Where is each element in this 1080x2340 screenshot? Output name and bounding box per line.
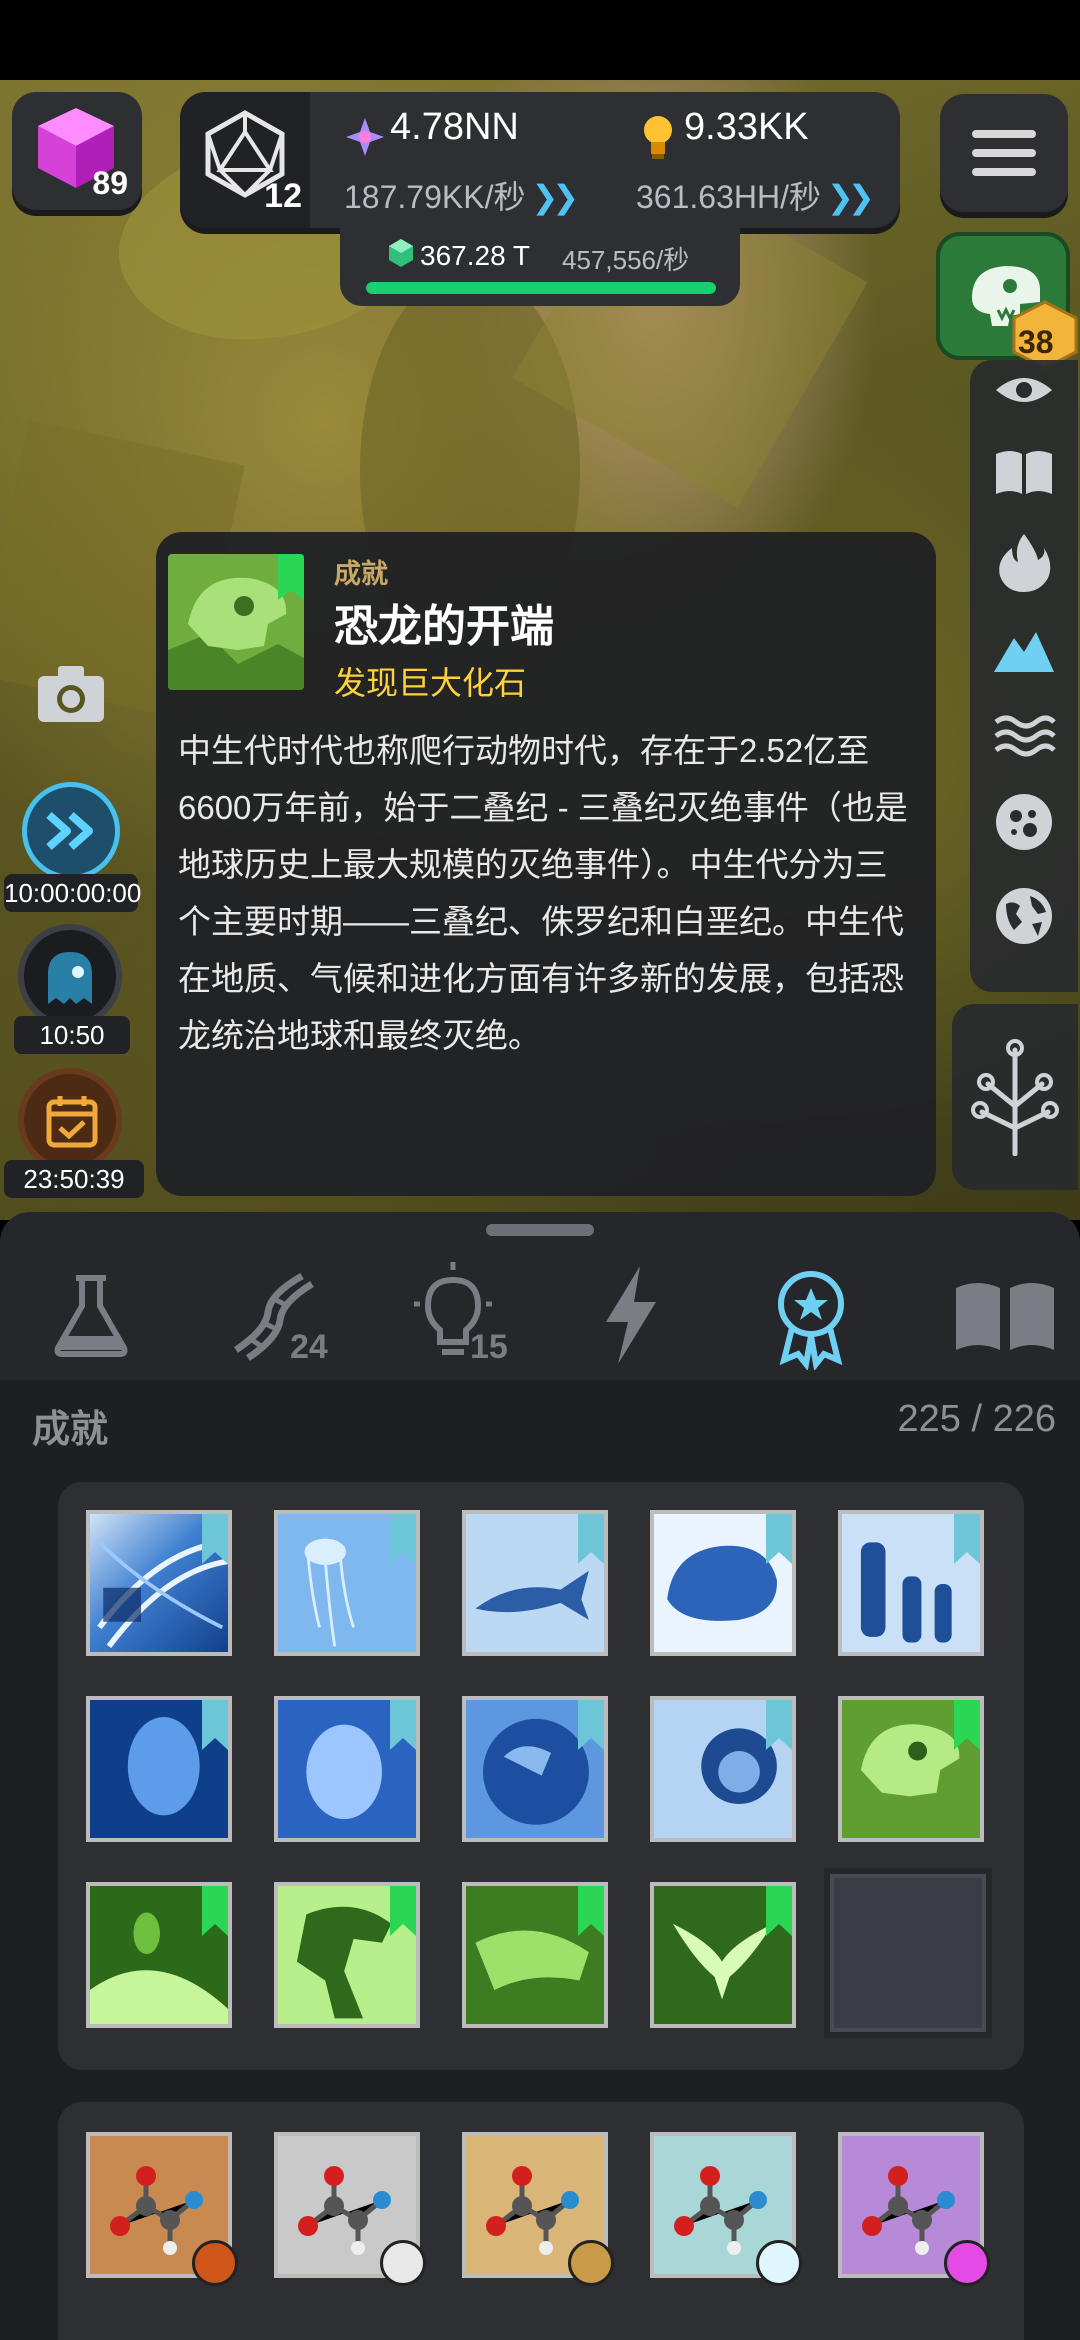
molecule-tile-2[interactable]: [274, 2132, 426, 2286]
calendar-timer: 23:50:39: [4, 1160, 144, 1198]
tooltip-subtitle: 发现巨大化石: [334, 665, 527, 701]
molecule-grid: [58, 2102, 1024, 2340]
waves-icon[interactable]: [992, 704, 1056, 768]
resource2-value: 9.33KK: [684, 106, 809, 148]
molecule-tile-5[interactable]: [838, 2132, 990, 2286]
achievement-tile-early-humans[interactable]: [838, 1510, 984, 1656]
drag-handle[interactable]: [486, 1224, 594, 1236]
cube-badge-icon: [944, 2240, 990, 2286]
tree-button[interactable]: [952, 1004, 1078, 1190]
coin-badge-icon: [380, 2240, 426, 2286]
resource1-value: 4.78NN: [390, 106, 519, 148]
molecule-tile-1[interactable]: [86, 2132, 238, 2286]
book-icon[interactable]: [992, 440, 1056, 504]
fast-forward-icon: ❯❯: [531, 179, 579, 215]
ghost-timer: 10:50: [14, 1016, 130, 1054]
boost-button[interactable]: [22, 782, 120, 880]
achievement-tile-fish[interactable]: [462, 1510, 608, 1656]
tab-research[interactable]: [36, 1260, 146, 1370]
tab-achievements[interactable]: [756, 1260, 866, 1372]
achievement-tile-jellyfish[interactable]: [274, 1510, 420, 1656]
achievement-tile-locked[interactable]: [824, 1868, 992, 2038]
achievement-tile-trex[interactable]: [274, 1882, 420, 2028]
status-bar: [0, 0, 1080, 80]
resource1-rate: 187.79KK/秒: [344, 179, 526, 215]
book-icon: [956, 1283, 1054, 1350]
molecule-tile-4[interactable]: [650, 2132, 802, 2286]
sparkle-icon: [346, 118, 384, 156]
section-title: 成就: [32, 1409, 109, 1451]
d20-level: 12: [264, 177, 302, 215]
calendar-check-icon: [46, 1096, 98, 1148]
tooltip-category: 成就: [334, 559, 388, 589]
eye-icon[interactable]: [992, 370, 1056, 410]
coin-badge-icon: [192, 2240, 238, 2286]
achievement-thumbnail: [168, 554, 304, 690]
fire-icon[interactable]: [992, 530, 1056, 594]
resource-panel: 12 4.78NN 187.79KK/秒 ❯❯ 9.33KK 361.63HH/秒…: [180, 92, 900, 228]
cube-count: 89: [92, 165, 128, 201]
tab-energy[interactable]: [576, 1260, 686, 1370]
tooltip-description: 中生代时代也称爬行动物时代，存在于2.52亿至6600万年前，始于二叠纪 - 三…: [178, 732, 908, 1054]
tooltip-title: 恐龙的开端: [334, 602, 554, 651]
bottom-panel: 24 15 成就 225 / 226: [0, 1212, 1080, 2340]
achievement-medal-icon: [778, 1271, 844, 1372]
camera-icon[interactable]: [36, 664, 106, 724]
fast-forward-icon: [46, 812, 93, 850]
gem-value: 367.28 T: [420, 240, 531, 271]
achievement-tile-earth[interactable]: [462, 1696, 608, 1842]
achievement-tile-planet[interactable]: [86, 1882, 232, 2028]
dino-level-badge: 38: [1018, 324, 1054, 360]
coin-badge-icon: [568, 2240, 614, 2286]
tab-dna[interactable]: 24: [216, 1260, 328, 1370]
achievement-tile-rock[interactable]: [650, 1510, 796, 1656]
gem-progress-bar: [366, 282, 716, 294]
achievement-tile-human-face[interactable]: [86, 1696, 232, 1842]
molecule-tile-3[interactable]: [462, 2132, 614, 2286]
ghost-icon: [48, 952, 92, 1004]
achievement-tile-cyber-face[interactable]: [274, 1696, 420, 1842]
branch-tree-icon: [971, 1039, 1059, 1156]
lightning-icon: [606, 1266, 656, 1364]
flask-icon: [54, 1275, 128, 1357]
tab-encyclopedia[interactable]: [950, 1260, 1060, 1370]
achievement-tile-dna[interactable]: [86, 1510, 232, 1656]
achievement-count: 225 / 226: [897, 1398, 1056, 1440]
boost-timer: 10:00:00:00: [4, 874, 141, 912]
achievement-grid: [58, 1482, 1024, 2070]
d20-level-button[interactable]: 12: [180, 92, 310, 228]
lightbulb-icon: [644, 116, 672, 159]
achievement-tile-lion[interactable]: [650, 1696, 796, 1842]
side-rail: [970, 360, 1078, 992]
cell-icon[interactable]: [992, 790, 1056, 854]
tab-ideas-badge: 15: [470, 1328, 508, 1366]
achievement-tile-crocodile[interactable]: [462, 1882, 608, 2028]
gem-progress-fill: [366, 282, 716, 294]
gem-bar: 367.28 T 457,556/秒: [340, 228, 740, 306]
fast-forward-icon: ❯❯: [827, 179, 875, 215]
calendar-button[interactable]: [18, 1068, 122, 1172]
gem-rate: 457,556/秒: [562, 245, 690, 275]
crystal-badge-icon: [756, 2240, 802, 2286]
menu-button[interactable]: [940, 94, 1068, 212]
achievement-tile-bird[interactable]: [650, 1882, 796, 2028]
dinosaur-fossil-icon: [168, 554, 304, 690]
cube-shop-button[interactable]: 89: [12, 92, 142, 210]
tab-ideas[interactable]: 15: [398, 1260, 508, 1370]
globe-icon[interactable]: [992, 884, 1056, 948]
tab-dna-badge: 24: [290, 1328, 328, 1366]
gem-icon: [389, 239, 413, 267]
achievement-tile-dinosaur-fossil[interactable]: [838, 1696, 984, 1842]
menu-icon: [972, 130, 1036, 138]
achievement-tooltip: 成就 恐龙的开端 发现巨大化石 中生代时代也称爬行动物时代，存在于2.52亿至6…: [156, 532, 936, 1196]
ghost-button[interactable]: [18, 924, 122, 1028]
mountain-icon[interactable]: [992, 618, 1056, 682]
resource2-rate-row: 361.63HH/秒 ❯❯: [636, 172, 875, 218]
resource1-rate-row: 187.79KK/秒 ❯❯: [344, 172, 579, 218]
resource2-rate: 361.63HH/秒: [636, 179, 821, 215]
